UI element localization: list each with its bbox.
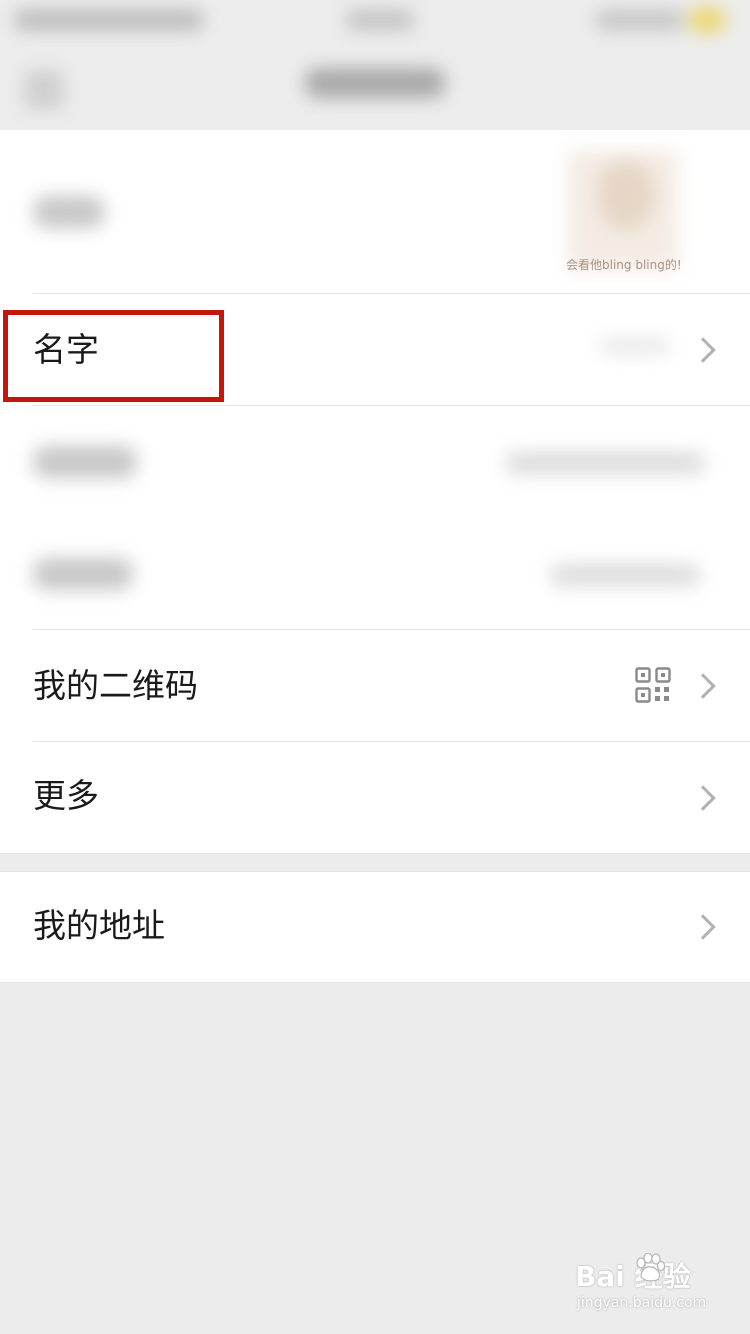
row-value-blurred <box>550 564 700 586</box>
navigation-bar <box>0 50 750 130</box>
battery-icon <box>690 8 724 32</box>
watermark-url: jingyan.baidu.com <box>577 1295 707 1311</box>
avatar-caption: 会看他bling bling的! <box>566 258 682 272</box>
chevron-right-icon <box>690 673 716 699</box>
row-value-blurred <box>505 452 705 474</box>
status-icons-blurred <box>595 10 685 30</box>
blurred-row-4[interactable] <box>0 518 750 629</box>
highlight-annotation <box>3 310 224 402</box>
chevron-right-icon <box>690 337 716 363</box>
address-label: 我的地址 <box>33 906 165 945</box>
name-value-blurred <box>600 338 670 354</box>
more-label: 更多 <box>33 776 99 815</box>
qrcode-label: 我的二维码 <box>33 666 198 705</box>
row-label-blurred <box>33 558 133 590</box>
avatar-row[interactable]: 会看他bling bling的! <box>0 130 750 293</box>
back-icon[interactable] <box>24 70 64 110</box>
qr-code-icon <box>635 667 671 703</box>
baidu-watermark: Bai 经验 jingyan.baidu.com <box>575 1253 735 1317</box>
baidu-paw-icon <box>636 1253 666 1282</box>
status-bar <box>0 0 750 50</box>
page-title-blurred <box>305 68 445 98</box>
carrier-signal-blurred <box>14 10 204 30</box>
row-label-blurred <box>33 446 137 478</box>
address-row[interactable]: 我的地址 <box>0 872 750 982</box>
chevron-right-icon <box>690 785 716 811</box>
qrcode-row[interactable]: 我的二维码 <box>0 630 750 741</box>
more-row[interactable]: 更多 <box>0 742 750 853</box>
profile-settings-group: 会看他bling bling的! 名字 我的二维码 更多 <box>0 130 750 854</box>
address-settings-group: 我的地址 <box>0 871 750 983</box>
clock-blurred <box>345 10 415 30</box>
avatar-label-blurred <box>33 196 105 228</box>
blurred-row-3[interactable] <box>0 406 750 517</box>
chevron-right-icon <box>690 914 716 940</box>
avatar-figure <box>598 160 654 230</box>
